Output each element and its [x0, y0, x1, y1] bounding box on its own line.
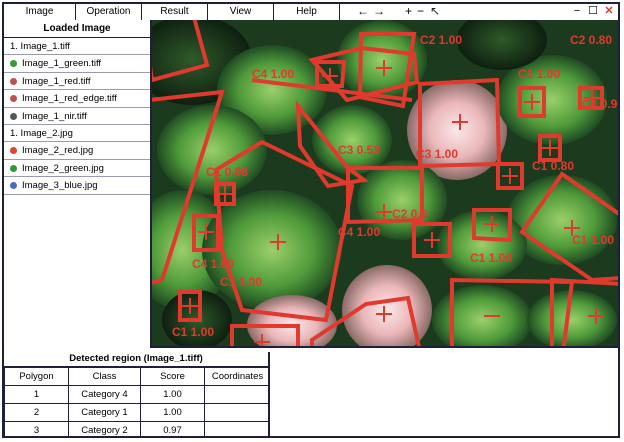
detection-label: C1 0.80: [532, 159, 574, 173]
table-cell: 3: [4, 421, 69, 438]
arrow-left-icon[interactable]: ←: [357, 4, 369, 20]
table-cell: 0.97: [140, 421, 205, 438]
col-polygon[interactable]: Polygon: [4, 367, 69, 386]
table-cell: [204, 421, 268, 438]
detection-label: C3 0.53: [338, 143, 380, 157]
image-list-label: Image_2_red.jpg: [22, 145, 94, 157]
detection-label: C1 0.90: [582, 97, 618, 111]
table-row[interactable]: 3 Category 2 0.97: [4, 421, 268, 438]
close-icon[interactable]: ✕: [602, 5, 616, 19]
aerial-image: C2 1.00 C2 0.80 C4 1.00 C1 1.00 C1 0.90 C3 0.…: [152, 20, 618, 346]
channel-dot-icon: [10, 164, 17, 172]
detection-label: C1 1.00: [172, 325, 214, 339]
channel-dot-icon: [10, 77, 17, 85]
results-table-panel: Detected region (Image_1.tiff) Polygon C…: [4, 352, 270, 438]
image-list-label: Image_1_green.tiff: [22, 58, 102, 70]
menu-view[interactable]: View: [208, 4, 274, 20]
image-list-item[interactable]: Image_1_red.tiff: [4, 73, 150, 91]
detection-label: C4 1.00: [252, 67, 294, 81]
loaded-image-panel: Loaded Image 1. Image_1.tiff Image_1_gree…: [4, 20, 152, 348]
image-list-item[interactable]: Image_2_green.jpg: [4, 160, 150, 178]
image-list-label: Image_2_green.jpg: [22, 162, 104, 174]
image-list-item[interactable]: Image_1_red_edge.tiff: [4, 90, 150, 108]
col-score[interactable]: Score: [140, 367, 205, 386]
detection-label: C2 0.80: [570, 33, 612, 47]
image-list-item[interactable]: Image_1_nir.tiff: [4, 108, 150, 125]
channel-dot-icon: [10, 147, 17, 155]
image-list-item[interactable]: 1. Image_2.jpg: [4, 125, 150, 143]
image-list-label: 1. Image_1.tiff: [10, 41, 71, 52]
image-list-item[interactable]: Image_3_blue.jpg: [4, 177, 150, 195]
table-header-row: Polygon Class Score Coordinates: [4, 367, 268, 386]
col-coordinates[interactable]: Coordinates: [204, 367, 268, 386]
image-list-item[interactable]: Image_2_red.jpg: [4, 142, 150, 160]
zoom-out-icon[interactable]: −: [417, 4, 424, 20]
detection-label: C4 1.00: [338, 225, 380, 239]
detection-label: C4 1.00: [192, 257, 234, 271]
panel-title: Loaded Image: [4, 20, 150, 38]
detection-label: C2 0.9: [392, 207, 428, 221]
menu-result[interactable]: Result: [142, 4, 208, 20]
results-title: Detected region (Image_1.tiff): [4, 352, 268, 367]
detection-label: C1 1.00: [572, 233, 614, 247]
image-list-label: 1. Image_2.jpg: [10, 127, 73, 139]
minimize-icon[interactable]: −: [570, 5, 584, 19]
table-cell: Category 1: [68, 403, 141, 422]
image-viewer[interactable]: C2 1.00 C2 0.80 C4 1.00 C1 1.00 C1 0.90 C3 0.…: [152, 20, 618, 348]
detection-label: C3 1.00: [416, 147, 458, 161]
channel-dot-icon: [10, 60, 17, 68]
channel-dot-icon: [10, 95, 17, 103]
table-cell: 1.00: [140, 385, 205, 404]
table-cell: 1.00: [140, 403, 205, 422]
app-window: Image Operation Result View Help ← → + −…: [2, 2, 620, 438]
table-cell: Category 4: [68, 385, 141, 404]
image-list-label: Image_1_red.tiff: [22, 75, 91, 87]
detection-label: C1 0.98: [206, 165, 248, 179]
detection-label: C1 1.00: [518, 67, 560, 81]
table-cell: [204, 385, 268, 404]
menu-operation[interactable]: Operation: [76, 4, 142, 20]
arrow-right-icon[interactable]: →: [373, 4, 385, 20]
image-list-item[interactable]: 1. Image_1.tiff: [4, 38, 150, 56]
image-list: 1. Image_1.tiff Image_1_green.tiff Image_1…: [4, 38, 150, 195]
pointer-icon[interactable]: ↖: [430, 4, 440, 20]
image-list-item[interactable]: Image_1_green.tiff: [4, 55, 150, 73]
channel-dot-icon: [10, 182, 17, 190]
detection-label: C1 1.00: [470, 251, 512, 265]
zoom-in-icon[interactable]: +: [405, 4, 412, 20]
channel-dot-icon: [10, 112, 17, 120]
table-cell: 1: [4, 385, 69, 404]
menu-image[interactable]: Image: [4, 4, 76, 20]
table-row[interactable]: 1 Category 4 1.00: [4, 385, 268, 404]
menu-help[interactable]: Help: [274, 4, 340, 20]
detection-label: C1 1.00: [220, 275, 262, 289]
table-cell: [204, 403, 268, 422]
table-cell: 2: [4, 403, 69, 422]
image-list-label: Image_1_nir.tiff: [22, 110, 87, 122]
image-list-label: Image_1_red_edge.tiff: [22, 93, 117, 105]
table-cell: Category 2: [68, 421, 141, 438]
image-list-label: Image_3_blue.jpg: [22, 180, 98, 192]
maximize-icon[interactable]: ☐: [586, 5, 600, 19]
col-class[interactable]: Class: [68, 367, 141, 386]
table-row[interactable]: 2 Category 1 1.00: [4, 403, 268, 422]
results-table: Polygon Class Score Coordinates 1 Categor…: [4, 367, 268, 438]
detection-label: C2 1.00: [420, 33, 462, 47]
